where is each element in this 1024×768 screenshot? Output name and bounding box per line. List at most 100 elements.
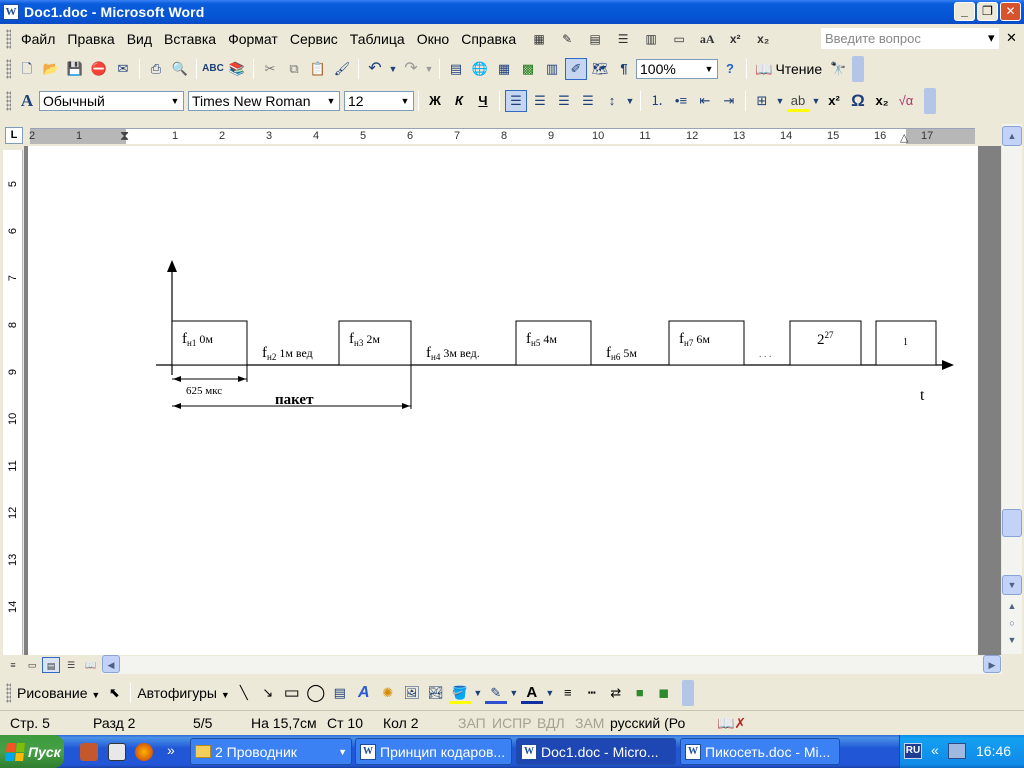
tab-selector[interactable]: L [5, 127, 23, 144]
restore-button[interactable]: ❐ [977, 2, 998, 21]
underline-icon[interactable]: Ч [472, 90, 494, 112]
select-objects-icon[interactable]: ⬉ [103, 682, 125, 704]
insert-table-icon[interactable]: ▦ [528, 28, 550, 50]
scroll-down-button[interactable]: ▼ [1002, 575, 1022, 595]
hyperlink-icon[interactable]: ▤ [445, 58, 467, 80]
menu-insert[interactable]: Вставка [158, 31, 222, 47]
shadow-icon[interactable]: ■ [629, 682, 651, 704]
network-icon[interactable] [948, 743, 966, 759]
columns-icon[interactable]: ▥ [541, 58, 563, 80]
binoculars-icon[interactable]: 🔭 [827, 58, 849, 80]
diagram-icon[interactable]: ✺ [377, 682, 399, 704]
zoom-select[interactable]: 100% ▼ [636, 59, 718, 79]
rectangle-icon[interactable]: ▭ [281, 682, 303, 704]
chevron-down-icon[interactable]: ▼ [168, 92, 182, 110]
arrow-style-icon[interactable]: ⇄ [605, 682, 627, 704]
merge-cells-icon[interactable]: ▭ [668, 28, 690, 50]
new-doc-icon[interactable]: 🗋 [16, 58, 38, 80]
picture-icon[interactable]: 🏞 [425, 682, 447, 704]
wordart-icon[interactable]: A [353, 682, 375, 704]
help-icon[interactable]: ? [719, 58, 741, 80]
arrow-icon[interactable]: ↘ [257, 682, 279, 704]
chevron-down-icon[interactable]: ▼ [702, 60, 716, 78]
highlight-icon[interactable]: ab [787, 90, 809, 112]
taskbar-item-doc1[interactable]: W Doc1.doc - Micro... [516, 738, 676, 765]
reading-view-icon[interactable]: 📖 [82, 657, 100, 673]
language-indicator[interactable]: RU [904, 743, 922, 759]
horizontal-ruler[interactable]: 2 1 1 2 3 4 5 6 7 8 9 10 11 12 13 14 15 16 17 ⧗ △ [29, 128, 975, 144]
superscript-icon[interactable]: x² [823, 90, 845, 112]
toolbar-grip[interactable] [6, 683, 11, 703]
insert-rows-icon[interactable]: ☰ [612, 28, 634, 50]
decrease-indent-icon[interactable]: ⇤ [694, 90, 716, 112]
tray-expand-icon[interactable]: « [931, 742, 939, 758]
font-size-icon[interactable]: aA [696, 28, 718, 50]
font-color-dropdown-icon[interactable]: ▼ [545, 682, 555, 704]
status-record[interactable]: ЗАП [458, 715, 486, 731]
line-spacing-dropdown-icon[interactable]: ▼ [625, 90, 635, 112]
spelling-icon[interactable]: ABC [202, 58, 224, 80]
print-icon[interactable]: ⎙ [145, 58, 167, 80]
toolbar-grip[interactable] [6, 91, 11, 111]
line-style-icon[interactable]: ≡ [557, 682, 579, 704]
browser-icon[interactable] [135, 743, 153, 761]
toolbar-options-icon[interactable] [852, 56, 865, 82]
align-right-icon[interactable]: ☰ [553, 90, 575, 112]
copy-icon[interactable]: ⧉ [283, 58, 305, 80]
indent-marker-icon[interactable]: ⧗ [120, 128, 129, 144]
menu-view[interactable]: Вид [121, 31, 158, 47]
drawing-icon[interactable]: ✐ [565, 58, 587, 80]
status-extend[interactable]: ВДЛ [537, 715, 565, 731]
fill-dropdown-icon[interactable]: ▼ [473, 682, 483, 704]
horizontal-scrollbar[interactable]: ◀ ▶ [102, 655, 1002, 674]
fill-color-icon[interactable]: 🪣 [448, 682, 471, 704]
print-layout-icon[interactable]: ▤ [42, 657, 60, 673]
menu-edit[interactable]: Правка [61, 31, 120, 47]
print-preview-icon[interactable]: 🔍 [169, 58, 191, 80]
textbox-icon[interactable]: ▤ [329, 682, 351, 704]
right-indent-marker-icon[interactable]: △ [900, 131, 908, 144]
draw-table-icon[interactable]: ✎ [556, 28, 578, 50]
vertical-scrollbar[interactable]: ▲ ▼ ▲ ○ ▼ [1002, 124, 1022, 654]
minimize-button[interactable]: _ [954, 2, 975, 21]
open-folder-icon[interactable]: 📂 [40, 58, 62, 80]
permission-icon[interactable]: ⛔ [88, 58, 110, 80]
email-icon[interactable]: ✉ [112, 58, 134, 80]
redo-icon[interactable]: ↷ [400, 58, 422, 80]
clipart-icon[interactable]: 🖼 [401, 682, 423, 704]
status-language[interactable]: русский (Ро [610, 715, 685, 731]
start-button[interactable]: Пуск [0, 735, 64, 768]
taskbar-item-doc[interactable]: W Принцип кодаров... [355, 738, 512, 765]
toolbar-grip[interactable] [6, 59, 11, 79]
insert-cols-icon[interactable]: ▥ [640, 28, 662, 50]
document-page[interactable]: fн1 0м fн2 1м вед fн3 2м fн4 3м вед. fн5 4м fн6 5м f… [28, 146, 978, 655]
show-desktop-icon[interactable] [108, 743, 126, 761]
normal-view-icon[interactable]: ≡ [4, 657, 22, 673]
dash-style-icon[interactable]: ┅ [581, 682, 603, 704]
subscript-icon[interactable]: x₂ [752, 28, 774, 50]
help-search-input[interactable]: Введите вопрос [821, 28, 999, 49]
borders-dropdown-icon[interactable]: ▼ [775, 90, 785, 112]
align-left-icon[interactable]: ☰ [505, 90, 527, 112]
save-icon[interactable]: 💾 [64, 58, 86, 80]
show-hide-icon[interactable]: ¶ [613, 58, 635, 80]
style-select[interactable]: Обычный ▼ [39, 91, 184, 111]
superscript-icon[interactable]: x² [724, 28, 746, 50]
insert-excel-icon[interactable]: ▩ [517, 58, 539, 80]
word-doc-icon[interactable]: W [3, 4, 19, 20]
doc-map-icon[interactable]: 🗺 [589, 58, 611, 80]
chevron-down-icon[interactable]: ▼ [324, 92, 338, 110]
spelling-status-icon[interactable]: 📖✗ [717, 715, 746, 732]
read-button[interactable]: 📖 Чтение [751, 61, 826, 78]
tables-borders-icon[interactable]: 🌐 [469, 58, 491, 80]
line-spacing-icon[interactable]: ↕ [601, 90, 623, 112]
line-icon[interactable]: ╲ [233, 682, 255, 704]
bold-icon[interactable]: Ж [424, 90, 446, 112]
format-painter-icon[interactable]: 🖌 [331, 58, 353, 80]
autoshapes-menu[interactable]: Автофигуры ▼ [135, 685, 231, 701]
italic-icon[interactable]: К [448, 90, 470, 112]
vertical-ruler[interactable]: 5 6 7 8 9 10 11 12 13 14 [3, 150, 23, 655]
font-select[interactable]: Times New Roman ▼ [188, 91, 340, 111]
status-overtype[interactable]: ЗАМ [575, 715, 604, 731]
redo-dropdown-icon[interactable]: ▼ [424, 58, 434, 80]
